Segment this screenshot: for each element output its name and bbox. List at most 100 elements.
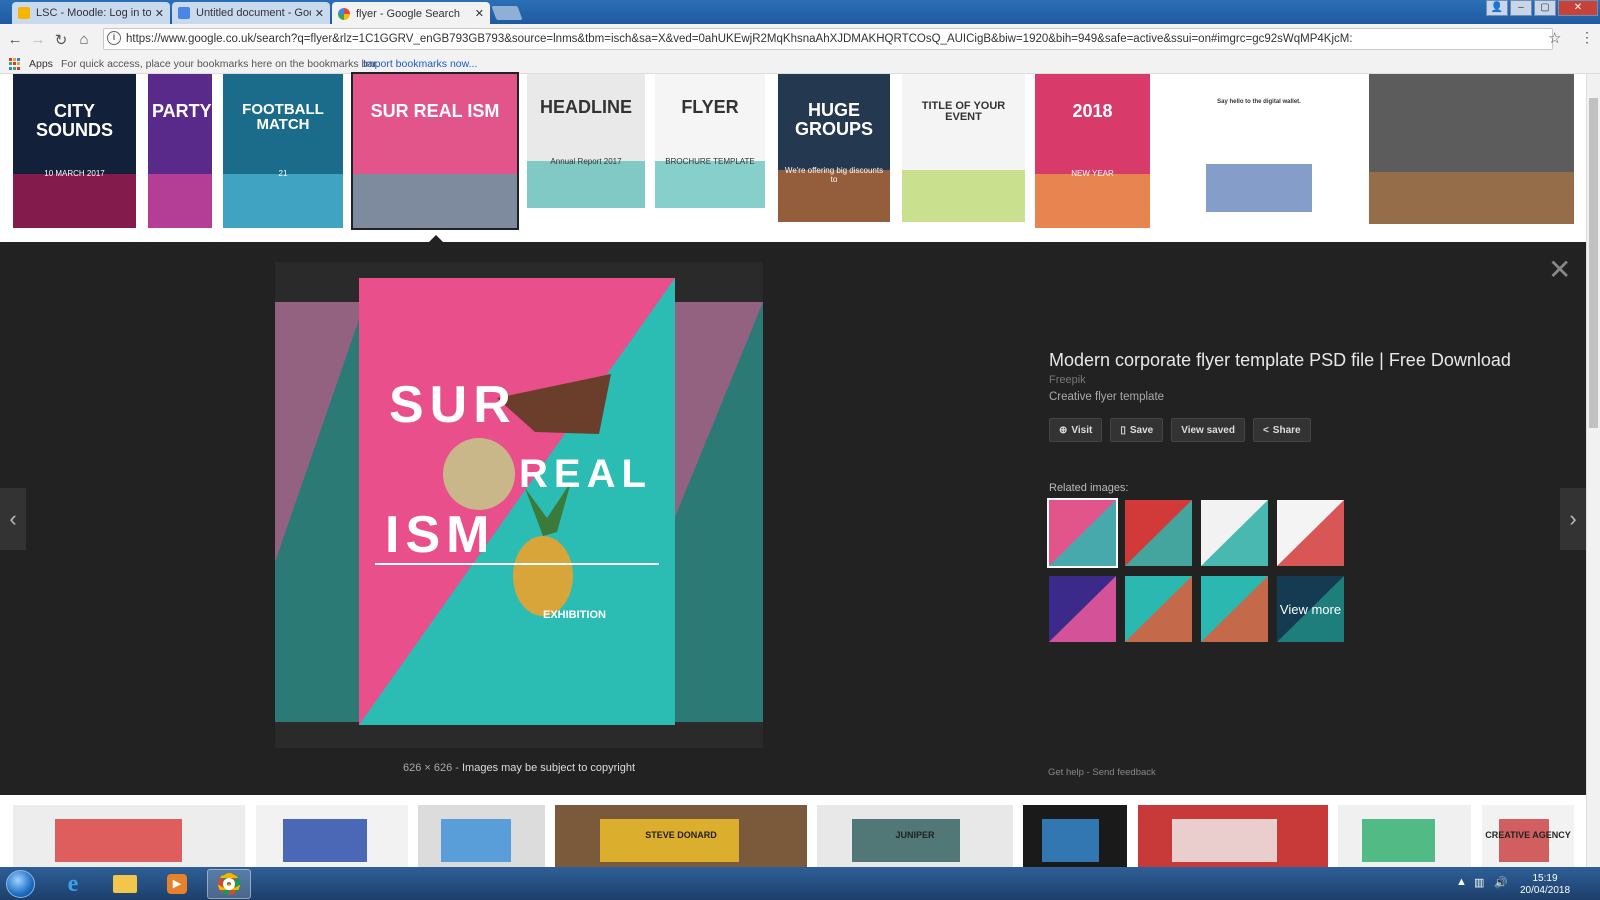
close-panel-icon[interactable]: ✕	[1548, 256, 1571, 284]
image-source[interactable]: Freepik	[1049, 374, 1549, 386]
media-player-icon[interactable]: ▶	[155, 869, 199, 899]
result-thumbnail[interactable]	[1338, 805, 1471, 867]
preview-image[interactable]: SUR REAL ISM EXHIBITION	[275, 262, 763, 748]
result-thumbnail[interactable]: STEVE DONARD	[555, 805, 807, 867]
maximize-button[interactable]: ▢	[1534, 0, 1556, 16]
chrome-menu-icon[interactable]: ⋮	[1580, 29, 1594, 46]
bookmark-star-icon[interactable]: ☆	[1548, 29, 1561, 47]
view-more-link[interactable]: View more	[1277, 576, 1344, 642]
minimize-button[interactable]: –	[1510, 0, 1532, 16]
view-saved-button[interactable]: View saved	[1171, 418, 1245, 442]
new-tab-button[interactable]	[491, 6, 523, 20]
site-info-icon[interactable]: i	[107, 31, 121, 45]
related-image[interactable]	[1201, 500, 1268, 566]
related-image[interactable]	[1125, 500, 1192, 566]
related-image[interactable]	[1125, 576, 1192, 642]
result-thumbnail[interactable]: TITLE OF YOUR EVENT	[902, 74, 1025, 222]
tab-google-docs[interactable]: Untitled document - Goo ✕	[172, 2, 330, 24]
related-images-label: Related images:	[1049, 482, 1129, 494]
result-thumbnail[interactable]: HEADLINE Annual Report 2017	[527, 74, 645, 208]
close-tab-icon[interactable]: ✕	[315, 7, 324, 20]
thumbnail-text: PARTY	[152, 100, 212, 121]
thumbnail-subtext: Annual Report 2017	[550, 157, 622, 167]
close-tab-icon[interactable]: ✕	[155, 7, 164, 20]
tab-title: Untitled document - Goo	[196, 7, 311, 19]
google-icon	[338, 7, 350, 20]
bookmarks-hint: For quick access, place your bookmarks h…	[61, 58, 380, 70]
tab-google-search[interactable]: flyer - Google Search ✕	[332, 2, 490, 25]
scrollbar-thumb[interactable]	[1589, 98, 1598, 428]
result-thumbnail[interactable]: SUR REAL ISM	[351, 72, 519, 230]
copyright-notice[interactable]: Images may be subject to copyright	[462, 762, 635, 774]
apps-grid-icon[interactable]	[9, 58, 21, 70]
poster-word-2: REAL	[519, 452, 652, 496]
volume-icon[interactable]: 🔊	[1494, 876, 1508, 889]
result-thumbnail[interactable]: 2018 NEW YEAR	[1035, 74, 1150, 228]
action-buttons: ⊕ Visit ▯ Save View saved < Share	[1049, 418, 1549, 442]
window-close-button[interactable]: ✕	[1558, 0, 1598, 16]
start-button[interactable]	[6, 870, 35, 898]
visit-button[interactable]: ⊕ Visit	[1049, 418, 1103, 442]
file-explorer-icon[interactable]	[103, 869, 147, 899]
page-scrollbar[interactable]	[1586, 74, 1600, 869]
apps-link[interactable]: Apps	[29, 58, 53, 70]
result-thumbnail[interactable]	[13, 805, 245, 867]
panel-footer: Get help - Send feedback	[1048, 767, 1156, 778]
result-thumbnail[interactable]	[1369, 74, 1574, 224]
address-bar[interactable]: https://www.google.co.uk/search?q=flyer&…	[103, 28, 1553, 50]
related-image[interactable]: View more	[1277, 576, 1344, 642]
next-image-button[interactable]: ›	[1560, 488, 1586, 550]
bookmark-icon: ▯	[1120, 424, 1126, 436]
send-feedback-link[interactable]: Send feedback	[1092, 767, 1155, 778]
browser-tab-strip: LSC - Moodle: Log in to t ✕ Untitled doc…	[0, 0, 1600, 25]
network-icon[interactable]: ▥	[1474, 876, 1484, 889]
result-thumbnail[interactable]: CITY SOUNDS 10 MARCH 2017	[13, 74, 136, 228]
result-thumbnail[interactable]: FLYER BROCHURE TEMPLATE	[655, 74, 765, 208]
save-button[interactable]: ▯ Save	[1110, 418, 1164, 442]
thumbnail-subtext: 10 MARCH 2017	[44, 169, 105, 179]
close-tab-icon[interactable]: ✕	[475, 7, 484, 20]
thumbnail-subtext: BROCHURE TEMPLATE	[665, 157, 755, 167]
related-image[interactable]	[1049, 576, 1116, 642]
result-thumbnail[interactable]	[418, 805, 545, 867]
image-info: Modern corporate flyer template PSD file…	[1049, 350, 1549, 442]
result-thumbnail[interactable]: HUGE GROUPS We're offering big discounts …	[778, 74, 890, 222]
result-thumbnail[interactable]: FOOTBALL MATCH 21	[223, 74, 343, 228]
result-thumbnail[interactable]: Say hello to the digital wallet.	[1206, 74, 1312, 212]
home-icon[interactable]: ⌂	[75, 31, 93, 48]
image-description: Creative flyer template	[1049, 391, 1165, 403]
thumbnail-subtext: NEW YEAR	[1071, 169, 1114, 179]
result-thumbnail[interactable]	[1138, 805, 1328, 867]
result-thumbnail[interactable]: CREATIVE AGENCY	[1482, 805, 1574, 867]
related-images-grid: View more	[1047, 498, 1349, 644]
show-hidden-icons[interactable]: ▲	[1456, 876, 1467, 888]
thumbnail-subtext: 21	[278, 169, 288, 179]
result-thumbnail[interactable]	[256, 805, 408, 867]
pineapple-shape	[513, 536, 573, 616]
chrome-icon[interactable]	[207, 869, 251, 899]
thumbnail-text: SUR REAL ISM	[370, 100, 500, 121]
thumbnail-text: FOOTBALL MATCH	[242, 100, 324, 134]
user-icon[interactable]: 👤	[1486, 0, 1508, 16]
clock-date: 20/04/2018	[1519, 885, 1571, 896]
share-button[interactable]: < Share	[1252, 418, 1311, 442]
result-thumbnail[interactable]: PARTY	[148, 74, 212, 228]
result-thumbnail[interactable]: JUNIPER	[817, 805, 1013, 867]
forward-arrow-icon[interactable]: →	[29, 31, 47, 48]
moodle-icon	[18, 7, 30, 19]
image-title[interactable]: Modern corporate flyer template PSD file…	[1049, 350, 1549, 371]
import-bookmarks-link[interactable]: Import bookmarks now...	[363, 58, 477, 70]
related-image[interactable]	[1201, 576, 1268, 642]
back-arrow-icon[interactable]: ←	[6, 31, 24, 48]
tab-moodle[interactable]: LSC - Moodle: Log in to t ✕	[12, 2, 170, 24]
poster-exhibition: EXHIBITION	[543, 609, 606, 621]
related-image[interactable]	[1047, 498, 1118, 568]
internet-explorer-icon[interactable]: e	[51, 869, 95, 899]
system-clock[interactable]: 15:19 20/04/2018	[1514, 873, 1576, 897]
reload-icon[interactable]: ↻	[52, 31, 70, 49]
result-thumbnail[interactable]	[1023, 805, 1127, 867]
related-image[interactable]	[1277, 500, 1344, 566]
thumbnail-text: HUGE GROUPS	[794, 99, 873, 139]
get-help-link[interactable]: Get help	[1048, 767, 1084, 778]
previous-image-button[interactable]: ‹	[0, 488, 26, 550]
